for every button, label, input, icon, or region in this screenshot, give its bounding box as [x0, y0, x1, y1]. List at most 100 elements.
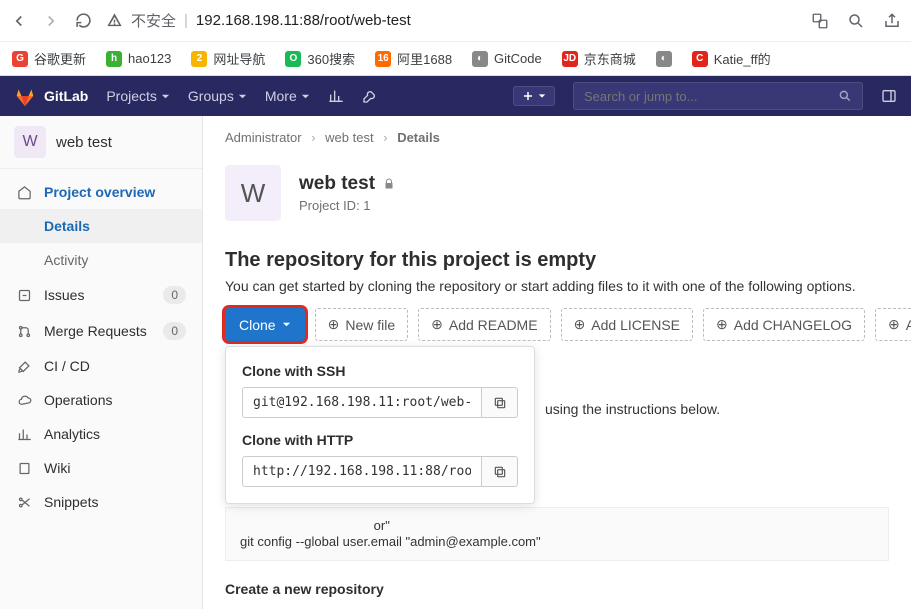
add-changelog-button[interactable]: ⊕Add CHANGELOG	[703, 308, 865, 341]
bookmark-favicon: 16	[375, 51, 391, 67]
copy-http-button[interactable]	[482, 456, 518, 487]
chevron-down-icon	[282, 320, 291, 329]
bookmark-item[interactable]: JD京东商城	[562, 49, 636, 68]
bookmark-item[interactable]: ◐GitCode	[472, 51, 542, 67]
project-title: web test	[299, 173, 395, 195]
content-area: Administrator › web test › Details W web…	[203, 116, 911, 609]
sidebar-details[interactable]: Details	[0, 209, 202, 243]
scissors-icon	[16, 494, 32, 510]
nav-projects[interactable]: Projects	[106, 88, 170, 104]
clone-http-label: Clone with HTTP	[242, 432, 518, 448]
crumb-page: Details	[397, 130, 440, 145]
bookmark-item[interactable]: hhao123	[106, 51, 171, 67]
bookmark-favicon: O	[285, 51, 301, 67]
bookmark-item[interactable]: ◐	[656, 51, 672, 67]
cloud-icon	[16, 392, 32, 408]
global-search[interactable]	[573, 82, 863, 110]
browser-toolbar: 不安全 | 192.168.198.11:88/root/web-test	[0, 0, 911, 42]
sidebar-operations[interactable]: Operations	[0, 383, 202, 417]
add-license-button[interactable]: ⊕Add LICENSE	[561, 308, 693, 341]
sidebar-overview[interactable]: Project overview	[0, 175, 202, 209]
add-contributing-button[interactable]: ⊕Add CONTRIBU	[875, 308, 911, 341]
bookmark-favicon: G	[12, 51, 28, 67]
rocket-icon	[16, 358, 32, 374]
new-file-button[interactable]: ⊕New file	[315, 308, 409, 341]
new-dropdown[interactable]	[513, 86, 555, 106]
clone-dropdown: Clone with SSH Clone with HTTP	[225, 346, 535, 504]
copy-ssh-button[interactable]	[482, 387, 518, 418]
book-icon	[16, 460, 32, 476]
bookmark-item[interactable]: 2网址导航	[191, 49, 265, 68]
sidebar-snippets[interactable]: Snippets	[0, 485, 202, 519]
not-secure-icon	[106, 12, 123, 29]
project-avatar: W	[225, 165, 281, 221]
add-readme-button[interactable]: ⊕Add README	[418, 308, 550, 341]
search-icon	[838, 89, 852, 103]
activity-icon[interactable]	[328, 88, 344, 104]
bookmark-favicon: 2	[191, 51, 207, 67]
crumb-owner[interactable]: Administrator	[225, 130, 302, 145]
sidebar-issues[interactable]: Issues 0	[0, 277, 202, 313]
bookmark-favicon: ◐	[656, 51, 672, 67]
bookmark-item[interactable]: O360搜索	[285, 49, 355, 68]
bookmark-favicon: C	[692, 51, 708, 67]
sidebar-toggle-icon[interactable]	[881, 88, 897, 104]
bookmark-favicon: ◐	[472, 51, 488, 67]
sidebar-wiki[interactable]: Wiki	[0, 451, 202, 485]
issues-count: 0	[163, 286, 186, 304]
bookmarks-bar: G谷歌更新 hhao123 2网址导航 O360搜索 16阿里1688 ◐GitCode J…	[0, 42, 911, 76]
zoom-icon[interactable]	[847, 12, 865, 30]
issues-icon	[16, 287, 32, 303]
sidebar-activity[interactable]: Activity	[0, 243, 202, 277]
not-secure-label: 不安全	[131, 10, 176, 31]
lock-icon	[383, 178, 395, 190]
empty-repo-title: The repository for this project is empty	[225, 249, 889, 272]
back-button[interactable]	[10, 12, 28, 30]
clone-http-input[interactable]	[242, 456, 482, 487]
gitlab-topnav: GitLab Projects Groups More	[0, 76, 911, 116]
mrs-count: 0	[163, 322, 186, 340]
bookmark-favicon: h	[106, 51, 122, 67]
bookmark-item[interactable]: 16阿里1688	[375, 49, 452, 68]
clone-ssh-input[interactable]	[242, 387, 482, 418]
empty-repo-desc: You can get started by cloning the repos…	[225, 278, 889, 294]
forward-button[interactable]	[42, 12, 60, 30]
nav-more[interactable]: More	[265, 88, 310, 104]
merge-icon	[16, 323, 32, 339]
copy-icon	[493, 465, 507, 479]
breadcrumb: Administrator › web test › Details	[225, 130, 889, 145]
wrench-icon[interactable]	[362, 88, 378, 104]
address-bar[interactable]: 不安全 | 192.168.198.11:88/root/web-test	[106, 10, 797, 31]
sidebar-cicd[interactable]: CI / CD	[0, 349, 202, 383]
project-id: Project ID: 1	[299, 198, 395, 213]
bookmark-item[interactable]: G谷歌更新	[12, 49, 86, 68]
share-icon[interactable]	[883, 12, 901, 30]
create-repo-title: Create a new repository	[225, 581, 889, 597]
translate-icon[interactable]	[811, 12, 829, 30]
sidebar-project-title: web test	[56, 134, 112, 151]
project-header: W web test Project ID: 1	[225, 165, 889, 221]
project-sidebar: W web test Project overview Details Acti…	[0, 116, 203, 609]
sidebar-header[interactable]: W web test	[0, 116, 202, 169]
crumb-project[interactable]: web test	[325, 130, 373, 145]
browser-actions	[811, 12, 901, 30]
project-avatar-small: W	[14, 126, 46, 158]
bookmark-item[interactable]: CKatie_ff的	[692, 49, 771, 68]
nav-groups[interactable]: Groups	[188, 88, 247, 104]
url-text: 192.168.198.11:88/root/web-test	[196, 12, 411, 29]
clone-button[interactable]: Clone	[225, 308, 305, 341]
sidebar-merge-requests[interactable]: Merge Requests 0	[0, 313, 202, 349]
home-icon	[16, 184, 32, 200]
action-row: Clone ⊕New file ⊕Add README ⊕Add LICENSE…	[225, 308, 889, 341]
copy-icon	[493, 396, 507, 410]
instructions-tail: using the instructions below.	[545, 401, 889, 417]
chart-icon	[16, 426, 32, 442]
clone-ssh-label: Clone with SSH	[242, 363, 518, 379]
git-config-code: or" git config --global user.email "admi…	[225, 507, 889, 561]
sidebar-analytics[interactable]: Analytics	[0, 417, 202, 451]
reload-button[interactable]	[74, 12, 92, 30]
gitlab-logo-icon	[14, 85, 36, 107]
search-input[interactable]	[584, 89, 838, 104]
gitlab-brand[interactable]: GitLab	[14, 85, 88, 107]
bookmark-favicon: JD	[562, 51, 578, 67]
